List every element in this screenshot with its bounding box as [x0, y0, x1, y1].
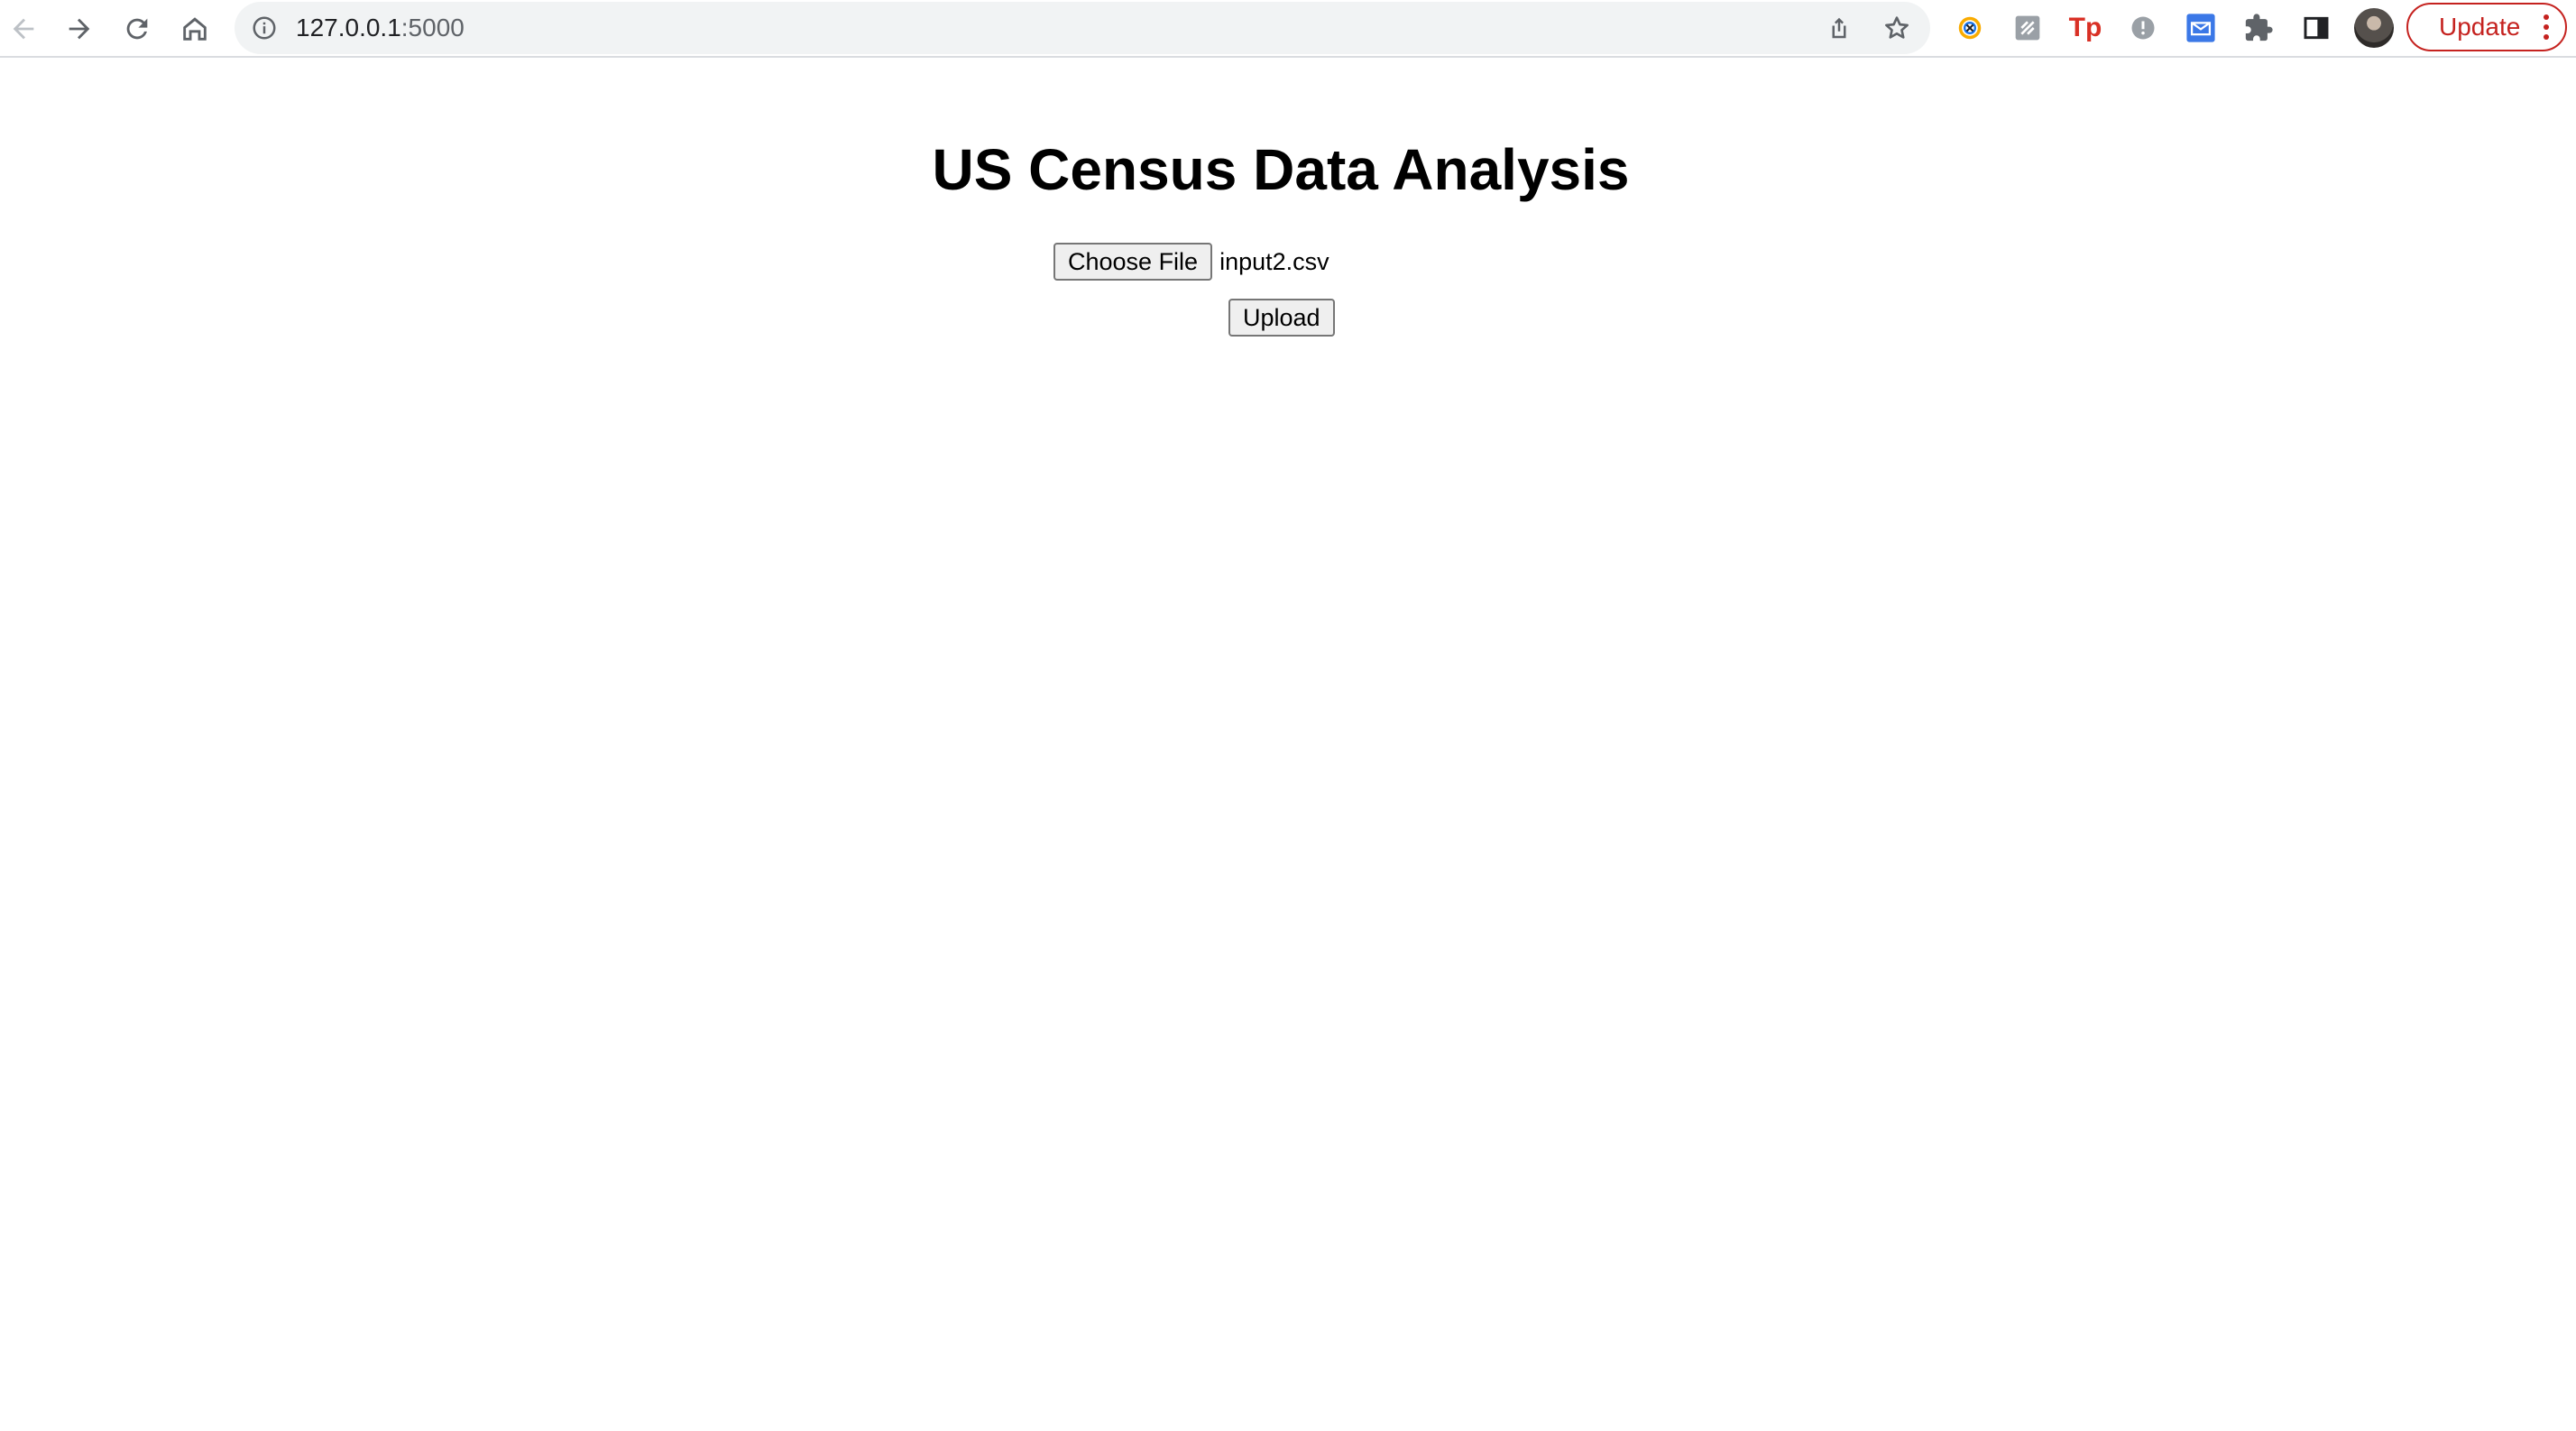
kebab-menu-icon[interactable]	[2544, 14, 2549, 40]
url-host: 127.0.0.1	[296, 14, 401, 42]
side-panel-icon	[2304, 16, 2329, 40]
profile-avatar[interactable]	[2354, 8, 2394, 48]
home-button[interactable]	[173, 7, 216, 51]
choose-file-button[interactable]: Choose File	[1053, 243, 1213, 281]
file-input[interactable]: Choose File input2.csv	[1053, 242, 1329, 282]
arrow-left-icon	[13, 18, 34, 40]
page-title: US Census Data Analysis	[932, 137, 1630, 202]
arrow-right-icon	[69, 18, 90, 40]
share-button[interactable]	[1824, 13, 1854, 43]
extension-compass-button[interactable]	[1954, 12, 1986, 44]
star-icon	[1885, 16, 1909, 39]
upload-button[interactable]: Upload	[1228, 299, 1335, 337]
home-icon	[183, 17, 207, 41]
extension-gray-circle-icon	[2131, 16, 2155, 40]
extension-gray-circle-button[interactable]	[2127, 12, 2159, 44]
reload-icon	[126, 18, 148, 40]
address-bar[interactable]: 127.0.0.1:5000	[235, 2, 1930, 54]
extension-tp-icon[interactable]: Tp	[2069, 12, 2102, 44]
puzzle-icon	[2245, 14, 2273, 42]
update-label: Update	[2439, 13, 2521, 41]
back-button[interactable]	[2, 7, 45, 51]
extensions-button[interactable]	[2242, 12, 2275, 44]
extension-gray-tile-button[interactable]	[2011, 12, 2044, 44]
extension-gray-tile-icon	[2015, 15, 2040, 41]
info-icon[interactable]	[251, 14, 278, 42]
reload-button[interactable]	[115, 7, 159, 51]
update-button[interactable]: Update	[2406, 3, 2567, 51]
browser-toolbar: 127.0.0.1:5000 Tp Update	[0, 0, 2576, 58]
share-icon	[1832, 17, 1846, 39]
forward-button[interactable]	[58, 7, 101, 51]
extension-compass-icon	[1958, 16, 1982, 40]
bookmark-button[interactable]	[1881, 13, 1912, 43]
side-panel-button[interactable]	[2300, 12, 2332, 44]
extension-blue-mail-icon	[2186, 14, 2215, 42]
url-port: :5000	[400, 14, 465, 42]
url-text[interactable]: 127.0.0.1:5000	[296, 2, 465, 54]
extension-blue-mail-button[interactable]	[2185, 12, 2217, 44]
selected-file-name: input2.csv	[1219, 247, 1329, 275]
